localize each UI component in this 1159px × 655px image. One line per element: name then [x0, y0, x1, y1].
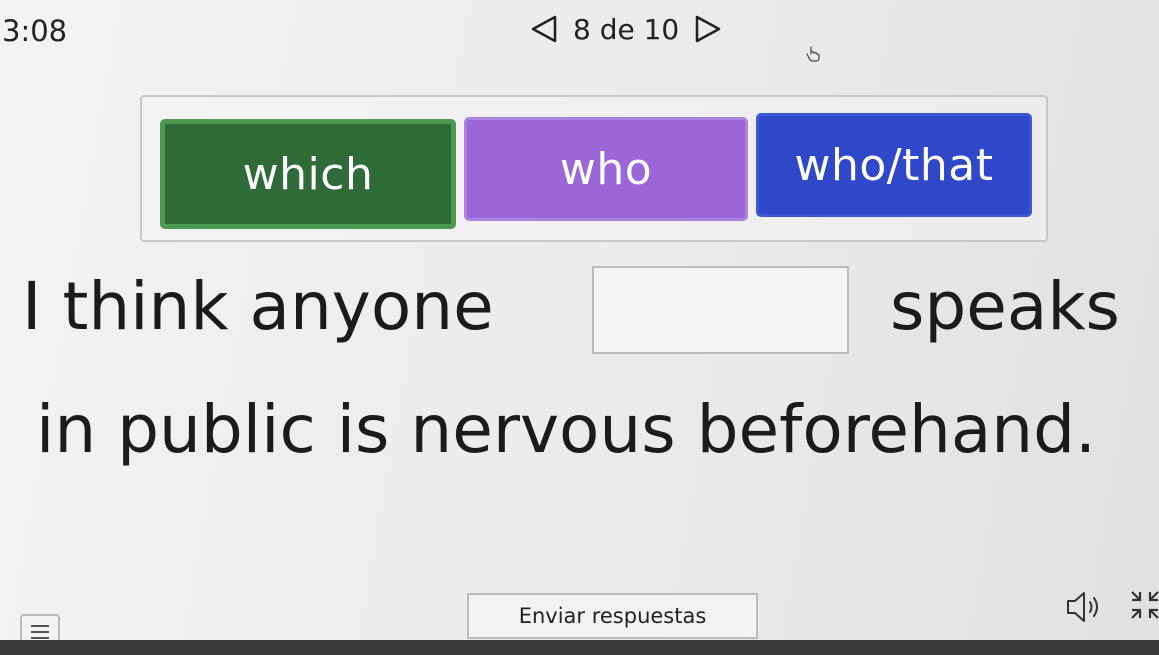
prev-question-button[interactable]	[527, 12, 561, 46]
submit-answers-button[interactable]: Enviar respuestas	[467, 593, 758, 639]
audio-button[interactable]	[1064, 589, 1104, 625]
hand-cursor-icon	[806, 46, 820, 62]
next-question-button[interactable]	[691, 12, 725, 46]
triangle-right-icon	[696, 15, 721, 43]
hamburger-menu-icon	[31, 625, 49, 639]
screen-bottom-bezel	[0, 640, 1159, 655]
speaker-icon	[1067, 592, 1098, 622]
option-who[interactable]: who	[464, 117, 748, 221]
word-bank: which who who/that	[140, 95, 1048, 242]
question-counter: 8 de 10	[573, 12, 680, 46]
sentence-before-blank: I think anyone	[22, 268, 494, 345]
timer: 3:08	[2, 14, 68, 48]
sentence-after-blank: speaks	[890, 268, 1120, 345]
option-who-that[interactable]: who/that	[756, 113, 1032, 217]
sentence-line-2: in public is nervous beforehand.	[36, 391, 1096, 468]
triangle-left-icon	[531, 15, 557, 43]
option-which[interactable]: which	[160, 119, 456, 229]
expand-icon	[1131, 591, 1159, 619]
question-pager: 8 de 10	[527, 12, 725, 46]
expand-button[interactable]	[1128, 586, 1159, 624]
answer-blank-drop-zone[interactable]	[592, 266, 849, 354]
